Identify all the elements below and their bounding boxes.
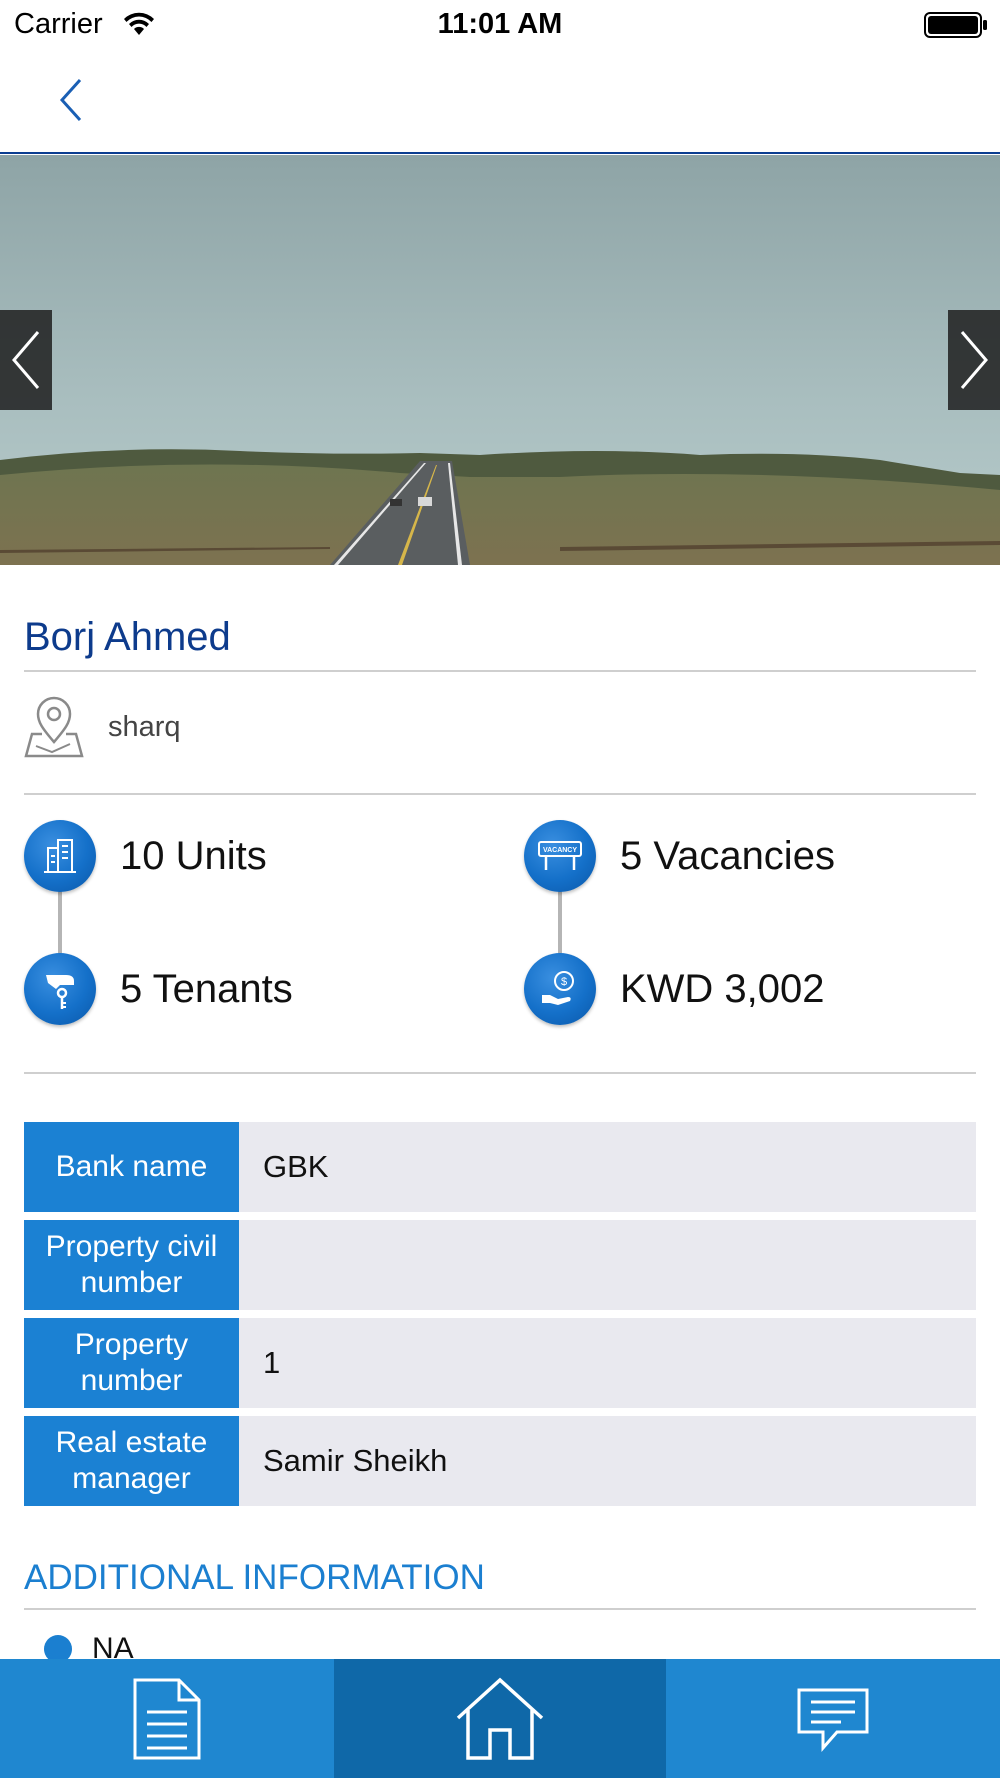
carousel-next-button[interactable]: [948, 310, 1000, 410]
stat-units: 10 Units: [24, 820, 267, 892]
home-icon: [456, 1677, 544, 1760]
map-pin-icon: [24, 696, 84, 758]
info-value: Samir Sheikh: [239, 1416, 976, 1506]
landscape-image: [0, 155, 1000, 565]
divider: [24, 793, 976, 795]
info-key: Property civil number: [24, 1220, 239, 1310]
info-key: Property number: [24, 1318, 239, 1408]
vacancy-sign-text: VACANCY: [543, 847, 577, 854]
stat-connector: [558, 890, 562, 958]
property-title: Borj Ahmed: [24, 615, 231, 659]
location-text: sharq: [108, 710, 181, 743]
battery-icon: [924, 12, 987, 38]
table-row: Property civil number: [24, 1220, 976, 1310]
table-row: Real estate manager Samir Sheikh: [24, 1416, 976, 1506]
navigation-bar: [0, 50, 1000, 154]
chevron-left-icon: [59, 78, 82, 122]
units-label: 10 Units: [120, 833, 267, 878]
back-button[interactable]: [50, 74, 94, 126]
property-info-table: Bank name GBK Property civil number Prop…: [24, 1122, 976, 1514]
money-hand-icon: $: [524, 953, 596, 1025]
info-value: GBK: [239, 1122, 976, 1212]
chat-icon: [797, 1688, 869, 1752]
stat-vacancies: VACANCY 5 Vacancies: [524, 820, 835, 892]
tab-bar: [0, 1659, 1000, 1778]
location-row: sharq: [24, 695, 181, 759]
amount-label: KWD 3,002: [620, 966, 825, 1011]
additional-info-title: ADDITIONAL INFORMATION: [24, 1558, 485, 1597]
info-key: Bank name: [24, 1122, 239, 1212]
property-photo: [0, 155, 1000, 565]
chevron-left-icon: [12, 331, 40, 389]
stat-amount: $ KWD 3,002: [524, 953, 825, 1025]
divider: [24, 1072, 976, 1074]
tab-home[interactable]: [334, 1659, 666, 1778]
svg-text:$: $: [561, 976, 567, 988]
table-row: Bank name GBK: [24, 1122, 976, 1212]
tab-documents[interactable]: [0, 1659, 334, 1778]
tenants-label: 5 Tenants: [120, 966, 293, 1011]
carousel-prev-button[interactable]: [0, 310, 52, 410]
vacancy-sign-icon: VACANCY: [524, 820, 596, 892]
tab-messages[interactable]: [666, 1659, 1000, 1778]
status-time: 11:01 AM: [437, 8, 563, 40]
info-value: 1: [239, 1318, 976, 1408]
stat-tenants: 5 Tenants: [24, 953, 293, 1025]
hand-key-icon: [24, 953, 96, 1025]
divider: [24, 670, 976, 672]
chevron-right-icon: [960, 331, 988, 389]
status-bar: Carrier 11:01 AM: [0, 0, 1000, 50]
divider: [24, 1608, 976, 1610]
table-row: Property number 1: [24, 1318, 976, 1408]
info-key: Real estate manager: [24, 1416, 239, 1506]
document-icon: [133, 1678, 201, 1759]
stat-connector: [58, 890, 62, 958]
info-value: [239, 1220, 976, 1310]
vacancies-label: 5 Vacancies: [620, 833, 835, 878]
building-icon: [24, 820, 96, 892]
